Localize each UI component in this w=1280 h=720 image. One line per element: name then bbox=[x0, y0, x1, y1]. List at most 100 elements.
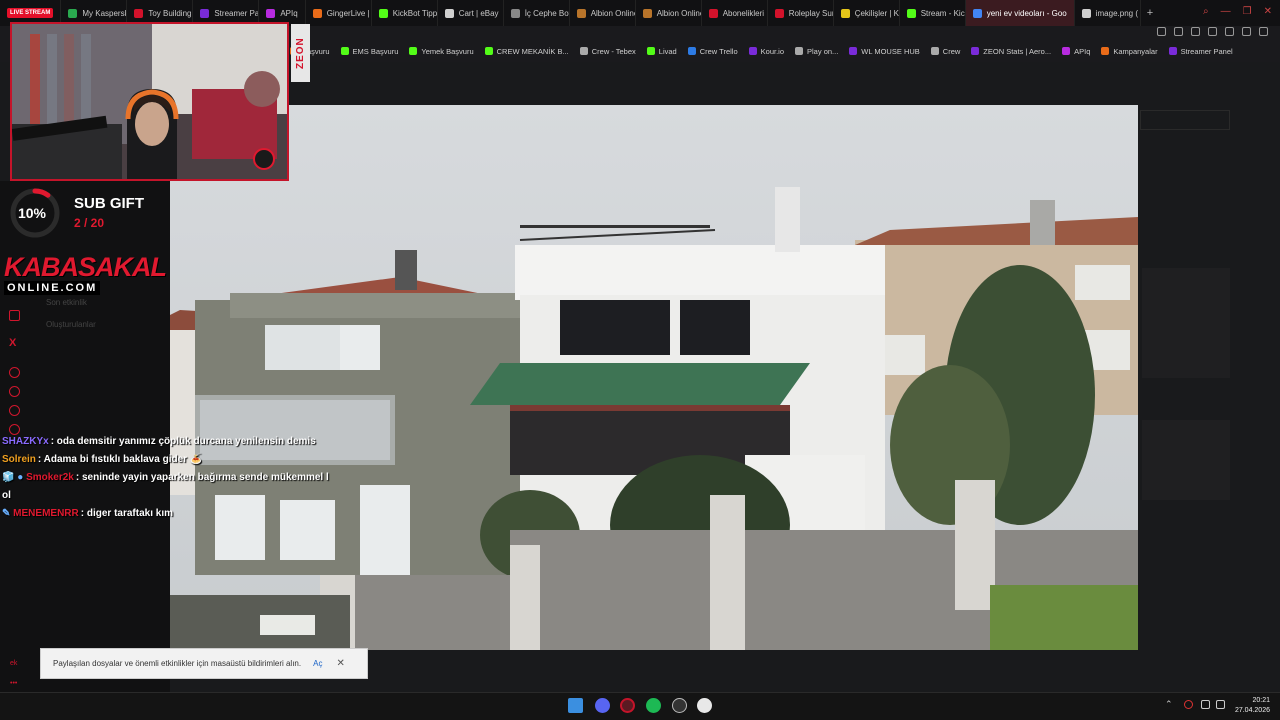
maximize-icon[interactable]: ❐ bbox=[1243, 6, 1252, 17]
bookmark-item[interactable]: Play on... bbox=[795, 47, 838, 56]
tab-live-badge: LIVE STREAM bbox=[7, 8, 54, 18]
browser-tab[interactable]: KickBot Tipp bbox=[372, 0, 438, 26]
spotify-taskbar-icon[interactable] bbox=[646, 698, 661, 713]
bookmark-favicon-icon bbox=[971, 47, 980, 55]
clock-icon[interactable] bbox=[9, 386, 20, 397]
side-label: ek bbox=[10, 660, 18, 667]
bookmark-item[interactable]: Livad bbox=[646, 47, 677, 56]
extension-bar bbox=[1157, 27, 1268, 36]
bookmark-item[interactable]: Crew - Tebex bbox=[579, 47, 636, 56]
active-tab[interactable]: yeni ev videoları - Goo bbox=[965, 0, 1075, 26]
discord-taskbar-icon[interactable] bbox=[595, 698, 610, 713]
tab-favicon-icon bbox=[510, 8, 520, 18]
microphone-icon[interactable] bbox=[1184, 700, 1193, 709]
notification-open-link[interactable]: Aç bbox=[313, 659, 322, 668]
instagram-icon[interactable] bbox=[9, 405, 20, 416]
new-tab-button[interactable]: + bbox=[1141, 7, 1159, 19]
chat-message: Solrein: Adama bi fıstıklı baklava gider… bbox=[2, 451, 342, 469]
close-window-icon[interactable]: ✕ bbox=[1264, 6, 1272, 17]
bookmark-item[interactable]: Crew bbox=[930, 47, 960, 56]
bookmarks-bar: Başvuru EMS Başvuru Yemek Başvuru CREW MEKA… bbox=[290, 41, 1280, 61]
menu-icon[interactable] bbox=[1259, 27, 1268, 36]
clock-date: 27.04.2026 bbox=[1234, 707, 1270, 714]
tab-label: Cart | eBay bbox=[458, 8, 499, 18]
chat-message: SHAZKYx: oda demsitir yanımız çöplük dur… bbox=[2, 433, 342, 451]
bookmark-favicon-icon bbox=[1062, 47, 1071, 55]
browser-tab[interactable]: Abonelikleri bbox=[702, 0, 768, 26]
tab-label: image.png ( bbox=[1095, 8, 1138, 18]
chat-username: Solrein bbox=[2, 454, 36, 465]
steam-taskbar-icon[interactable] bbox=[672, 698, 687, 713]
house-photo[interactable] bbox=[170, 105, 1138, 650]
bookmark-item[interactable]: Streamer Panel bbox=[1168, 47, 1233, 56]
bookmark-item[interactable]: WL MOUSE HUB bbox=[849, 47, 920, 56]
bookmark-item[interactable]: CREW MEKANİK B... bbox=[484, 47, 569, 56]
tab-favicon-icon bbox=[972, 8, 982, 18]
browser-tab[interactable]: İç Cephe Boy bbox=[504, 0, 570, 26]
tab-favicon-icon bbox=[200, 8, 210, 18]
taskbar-clock[interactable]: 20:21 27.04.2026 bbox=[1235, 696, 1270, 716]
bookmark-favicon-icon bbox=[409, 47, 418, 55]
background-thumbnail bbox=[1142, 268, 1230, 378]
media-player-taskbar-icon[interactable] bbox=[697, 698, 712, 713]
bookmark-label: Yemek Başvuru bbox=[421, 46, 474, 56]
tab-favicon-icon bbox=[774, 8, 784, 18]
browser-tab[interactable]: Roleplay Sun bbox=[768, 0, 834, 26]
kabasakal-logo: KABASAKAL bbox=[4, 252, 167, 282]
tab-favicon-icon bbox=[444, 8, 454, 18]
extension-icon[interactable] bbox=[1208, 27, 1217, 36]
bookmark-favicon-icon bbox=[748, 47, 757, 55]
bookmark-label: APIq bbox=[1074, 46, 1091, 56]
extension-icon[interactable] bbox=[1225, 27, 1234, 36]
tab-label: GingerLive | bbox=[326, 8, 370, 18]
browser-tab[interactable]: Albion Online bbox=[570, 0, 636, 26]
windows-start-icon[interactable] bbox=[568, 698, 583, 713]
more-icon[interactable]: ••• bbox=[10, 680, 17, 687]
browser-tab[interactable]: Stream - Kick bbox=[900, 0, 966, 26]
bookmark-item[interactable]: Kour.io bbox=[748, 47, 784, 56]
browser-tab[interactable]: Albion Online bbox=[636, 0, 702, 26]
desktop-notification-banner: Paylaşılan dosyalar ve önemli etkinlikle… bbox=[40, 648, 368, 679]
bookmark-item[interactable]: ZEON Stats | Aero... bbox=[971, 47, 1051, 56]
network-icon[interactable] bbox=[1201, 700, 1210, 709]
background-panel bbox=[1140, 110, 1230, 130]
minimize-icon[interactable]: — bbox=[1221, 6, 1231, 17]
search-tabs-icon[interactable]: ⌕ bbox=[1203, 6, 1209, 17]
tab-favicon-icon bbox=[378, 8, 388, 18]
streamer-webcam-feed bbox=[12, 24, 287, 179]
browser-tab[interactable]: image.png ( bbox=[1075, 0, 1141, 26]
tab-favicon-icon bbox=[576, 8, 586, 18]
opera-gx-taskbar-icon[interactable] bbox=[620, 698, 635, 713]
tab-favicon-icon bbox=[708, 8, 718, 18]
extension-icon[interactable] bbox=[1157, 27, 1166, 36]
browser-tab[interactable]: Cart | eBay bbox=[438, 0, 504, 26]
bookmark-item[interactable]: APIq bbox=[1062, 47, 1090, 56]
notification-close-icon[interactable]: ✕ bbox=[336, 658, 344, 669]
bookmark-item[interactable]: Yemek Başvuru bbox=[409, 46, 474, 56]
tray-chevron-icon[interactable]: ⌃ bbox=[1165, 699, 1173, 710]
bookmark-favicon-icon bbox=[930, 47, 939, 55]
tab-favicon-icon bbox=[134, 8, 144, 18]
tab-label: Toy Building bbox=[148, 8, 192, 18]
discord-icon[interactable] bbox=[9, 367, 20, 378]
background-text: Son etkinlik bbox=[46, 298, 87, 307]
bookmark-item[interactable]: Crew Trello bbox=[687, 46, 738, 56]
tab-label: KickBot Tipp bbox=[392, 8, 438, 18]
browser-tab[interactable]: Çekilişler | K bbox=[834, 0, 900, 26]
tab-label: Roleplay Sun bbox=[788, 8, 834, 18]
youtube-icon[interactable] bbox=[9, 310, 20, 321]
bookmark-favicon-icon bbox=[1101, 47, 1110, 55]
volume-icon[interactable] bbox=[1216, 700, 1225, 709]
kabasakal-logo-domain: ONLINE.COM bbox=[4, 281, 101, 295]
extension-icon[interactable] bbox=[1191, 27, 1200, 36]
browser-tab[interactable]: GingerLive | bbox=[306, 0, 372, 26]
bookmark-item[interactable]: EMS Başvuru bbox=[340, 47, 398, 56]
chat-badge-icon: ✎ bbox=[2, 508, 14, 519]
extension-icon[interactable] bbox=[1174, 27, 1183, 36]
bookmark-favicon-icon bbox=[849, 47, 858, 55]
bookmark-label: Crew Trello bbox=[699, 46, 738, 56]
x-icon[interactable]: X bbox=[9, 337, 16, 349]
profile-icon[interactable] bbox=[1242, 27, 1251, 36]
windows-taskbar bbox=[0, 692, 1280, 720]
bookmark-item[interactable]: Kampanyalar bbox=[1101, 47, 1158, 56]
